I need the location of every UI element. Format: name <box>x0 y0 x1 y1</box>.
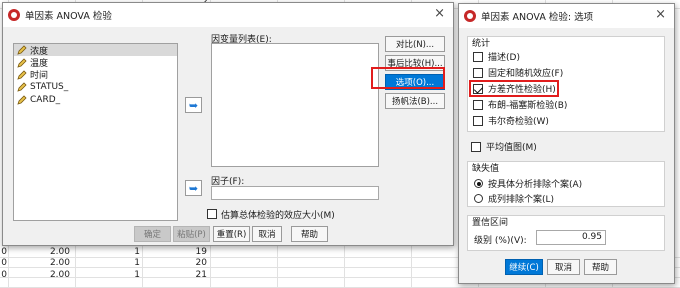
missing-values-group: 缺失值 按具体分析排除个案(A) 成列排除个案(L) <box>467 161 665 207</box>
group-header: 缺失值 <box>472 164 500 174</box>
variable-label: 浓度 <box>30 46 49 57</box>
cancel-button[interactable]: 取消 <box>252 226 282 242</box>
scale-variable-icon <box>17 95 27 105</box>
anova-options-dialog: 单因素 ANOVA 检验: 选项 × 统计 描述(D) 固定和随机效应(F) 方… <box>458 3 675 284</box>
options-highlight-box <box>371 67 445 89</box>
scale-variable-icon <box>17 82 27 92</box>
checkbox-label: 固定和随机效应(F) <box>488 69 564 79</box>
bootstrap-button[interactable]: 扬帆法(B)... <box>385 93 445 109</box>
list-item[interactable]: CARD_ <box>14 94 177 106</box>
scale-variable-icon <box>17 70 27 80</box>
table-cell: 21 <box>195 270 207 280</box>
spss-app-icon <box>464 10 476 22</box>
spss-app-icon <box>8 9 20 21</box>
table-cell: 0 <box>1 258 7 268</box>
arrow-right-icon: ➥ <box>188 98 199 112</box>
variable-label: CARD_ <box>30 94 61 105</box>
checkbox-label: 布朗-福塞斯检验(B) <box>488 101 568 111</box>
variable-label: STATUS_ <box>30 82 69 93</box>
variable-label: 时间 <box>30 71 49 82</box>
move-to-factor-button[interactable]: ➥ <box>185 180 202 196</box>
effect-size-label: 估算总体检验的效应大小(M) <box>221 211 335 221</box>
dialog-title: 单因素 ANOVA 检验: 选项 <box>481 12 594 23</box>
list-item[interactable]: 时间 <box>14 69 177 81</box>
confidence-interval-group: 置信区间 级别 (%)(V): 0.95 <box>467 215 665 251</box>
anova-dialog: 单因素 ANOVA 检验 × 浓度 温度 时间 STATUS_ CARD_ ➥ … <box>2 2 454 246</box>
table-cell: 0 <box>1 247 7 257</box>
scale-variable-icon <box>17 45 27 55</box>
fixed-random-checkbox[interactable] <box>473 68 483 78</box>
continue-button[interactable]: 继续(C) <box>505 259 543 275</box>
table-cell: 0 <box>1 270 7 280</box>
dialog-titlebar: 单因素 ANOVA 检验: 选项 × <box>459 4 674 28</box>
cancel-button[interactable]: 取消 <box>547 259 580 275</box>
list-item[interactable]: STATUS_ <box>14 81 177 93</box>
checkbox-label: 韦尔奇检验(W) <box>488 117 549 127</box>
means-plot-checkbox[interactable] <box>471 142 481 152</box>
homogeneity-highlight-box <box>469 80 559 97</box>
dependent-list[interactable] <box>211 43 379 167</box>
contrasts-button[interactable]: 对比(N)... <box>385 36 445 52</box>
factor-field[interactable] <box>211 186 379 200</box>
reset-button[interactable]: 重置(R) <box>213 226 250 242</box>
descriptive-checkbox[interactable] <box>473 52 483 62</box>
table-cell: 1 <box>134 247 140 257</box>
list-item[interactable]: 温度 <box>14 56 177 70</box>
table-cell: 2.00 <box>49 258 70 268</box>
table-cell: 2.00 <box>49 247 70 257</box>
group-header: 统计 <box>472 39 491 49</box>
table-cell: 19 <box>195 247 207 257</box>
ok-button[interactable]: 确定 <box>134 226 171 242</box>
group-header: 置信区间 <box>472 218 509 228</box>
scale-variable-icon <box>17 58 27 68</box>
close-icon[interactable]: × <box>434 7 445 21</box>
table-cell: 1 <box>134 270 140 280</box>
effect-size-checkbox[interactable] <box>207 209 217 219</box>
table-cell: 1 <box>134 258 140 268</box>
brown-forsythe-checkbox[interactable] <box>473 100 483 110</box>
exclude-listwise-radio[interactable] <box>474 194 483 203</box>
dialog-title: 单因素 ANOVA 检验 <box>25 11 112 22</box>
exclude-by-analysis-radio[interactable] <box>474 179 483 188</box>
help-button[interactable]: 帮助 <box>291 226 328 242</box>
list-item[interactable]: 浓度 <box>14 44 177 57</box>
welch-checkbox[interactable] <box>473 116 483 126</box>
dialog-titlebar: 单因素 ANOVA 检验 × <box>3 3 453 27</box>
means-plot-label: 平均值图(M) <box>486 143 537 153</box>
move-to-dependent-button[interactable]: ➥ <box>185 97 202 113</box>
table-cell: 2.00 <box>49 270 70 280</box>
radio-label: 成列排除个案(L) <box>488 195 555 205</box>
paste-button[interactable]: 粘贴(P) <box>173 226 210 242</box>
ci-level-label: 级别 (%)(V): <box>474 236 527 246</box>
radio-label: 按具体分析排除个案(A) <box>488 180 583 190</box>
variable-label: 温度 <box>30 59 49 70</box>
close-icon[interactable]: × <box>655 8 666 22</box>
source-variable-list[interactable]: 浓度 温度 时间 STATUS_ CARD_ <box>13 43 178 221</box>
help-button[interactable]: 帮助 <box>584 259 617 275</box>
arrow-right-icon: ➥ <box>188 181 199 195</box>
ci-level-input[interactable]: 0.95 <box>536 230 606 245</box>
table-cell: 20 <box>195 258 207 268</box>
checkbox-label: 描述(D) <box>488 53 520 63</box>
